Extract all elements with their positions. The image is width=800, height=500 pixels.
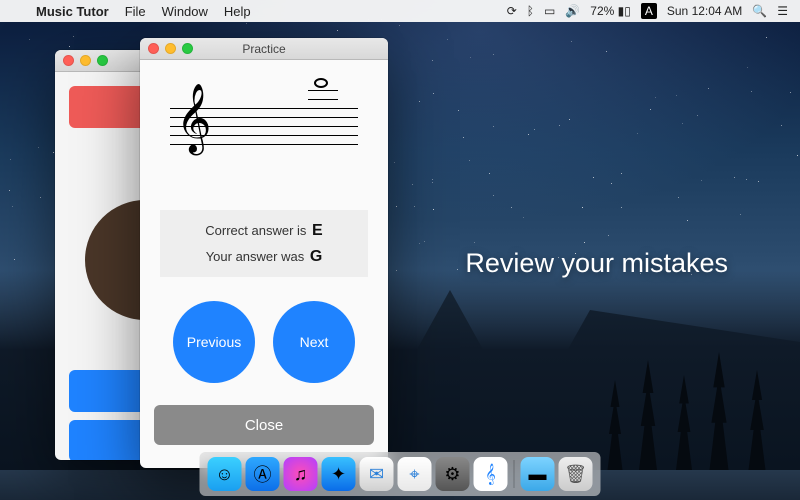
menubar: Music Tutor File Window Help ⟳ ᛒ ▭ 🔊 72%… (0, 0, 800, 22)
window-title: Practice (242, 42, 285, 56)
itunes-icon[interactable]: ♫ (284, 457, 318, 491)
battery-status[interactable]: 72% ▮▯ (590, 4, 631, 18)
mail-icon[interactable]: ✉ (360, 457, 394, 491)
previous-button[interactable]: Previous (173, 301, 255, 383)
folder-icon[interactable]: ▬ (521, 457, 555, 491)
sync-icon[interactable]: ⟳ (507, 4, 517, 18)
spotlight-icon[interactable]: 🔍 (752, 4, 767, 18)
note-icon (314, 78, 328, 88)
app-menu[interactable]: Music Tutor (28, 4, 117, 19)
finder-icon[interactable]: ☺ (208, 457, 242, 491)
safari-icon[interactable]: ✦ (322, 457, 356, 491)
menu-help[interactable]: Help (216, 4, 259, 19)
trash-icon[interactable]: 🗑 (559, 457, 593, 491)
zoom-window-icon[interactable] (97, 55, 108, 66)
zoom-window-icon[interactable] (182, 43, 193, 54)
minimize-window-icon[interactable] (80, 55, 91, 66)
bluetooth-icon[interactable]: ᛒ (527, 4, 534, 18)
preferences-icon[interactable]: ⚙ (436, 457, 470, 491)
treble-clef-icon: 𝄞 (176, 88, 211, 148)
next-button[interactable]: Next (273, 301, 355, 383)
close-window-icon[interactable] (148, 43, 159, 54)
titlebar[interactable]: Practice (140, 38, 388, 60)
close-window-icon[interactable] (63, 55, 74, 66)
dock: ☺Ⓐ♫✦✉⌖⚙𝄞 ▬🗑 (200, 452, 601, 496)
input-source[interactable]: A (641, 3, 657, 19)
menu-file[interactable]: File (117, 4, 154, 19)
appstore-icon[interactable]: Ⓐ (246, 457, 280, 491)
menu-window[interactable]: Window (154, 4, 216, 19)
promo-text: Review your mistakes (465, 248, 728, 279)
practice-window: Practice 𝄞 Correct answer is E Your answ… (140, 38, 388, 468)
clock[interactable]: Sun 12:04 AM (667, 4, 742, 18)
close-button[interactable]: Close (154, 405, 374, 445)
maps-icon[interactable]: ⌖ (398, 457, 432, 491)
music-staff: 𝄞 (140, 60, 388, 180)
answer-feedback: Correct answer is E Your answer was G (160, 210, 368, 277)
volume-icon[interactable]: 🔊 (565, 4, 580, 18)
airplay-icon[interactable]: ▭ (544, 4, 555, 18)
musictutor-icon[interactable]: 𝄞 (474, 457, 508, 491)
minimize-window-icon[interactable] (165, 43, 176, 54)
notification-center-icon[interactable]: ☰ (777, 4, 788, 18)
